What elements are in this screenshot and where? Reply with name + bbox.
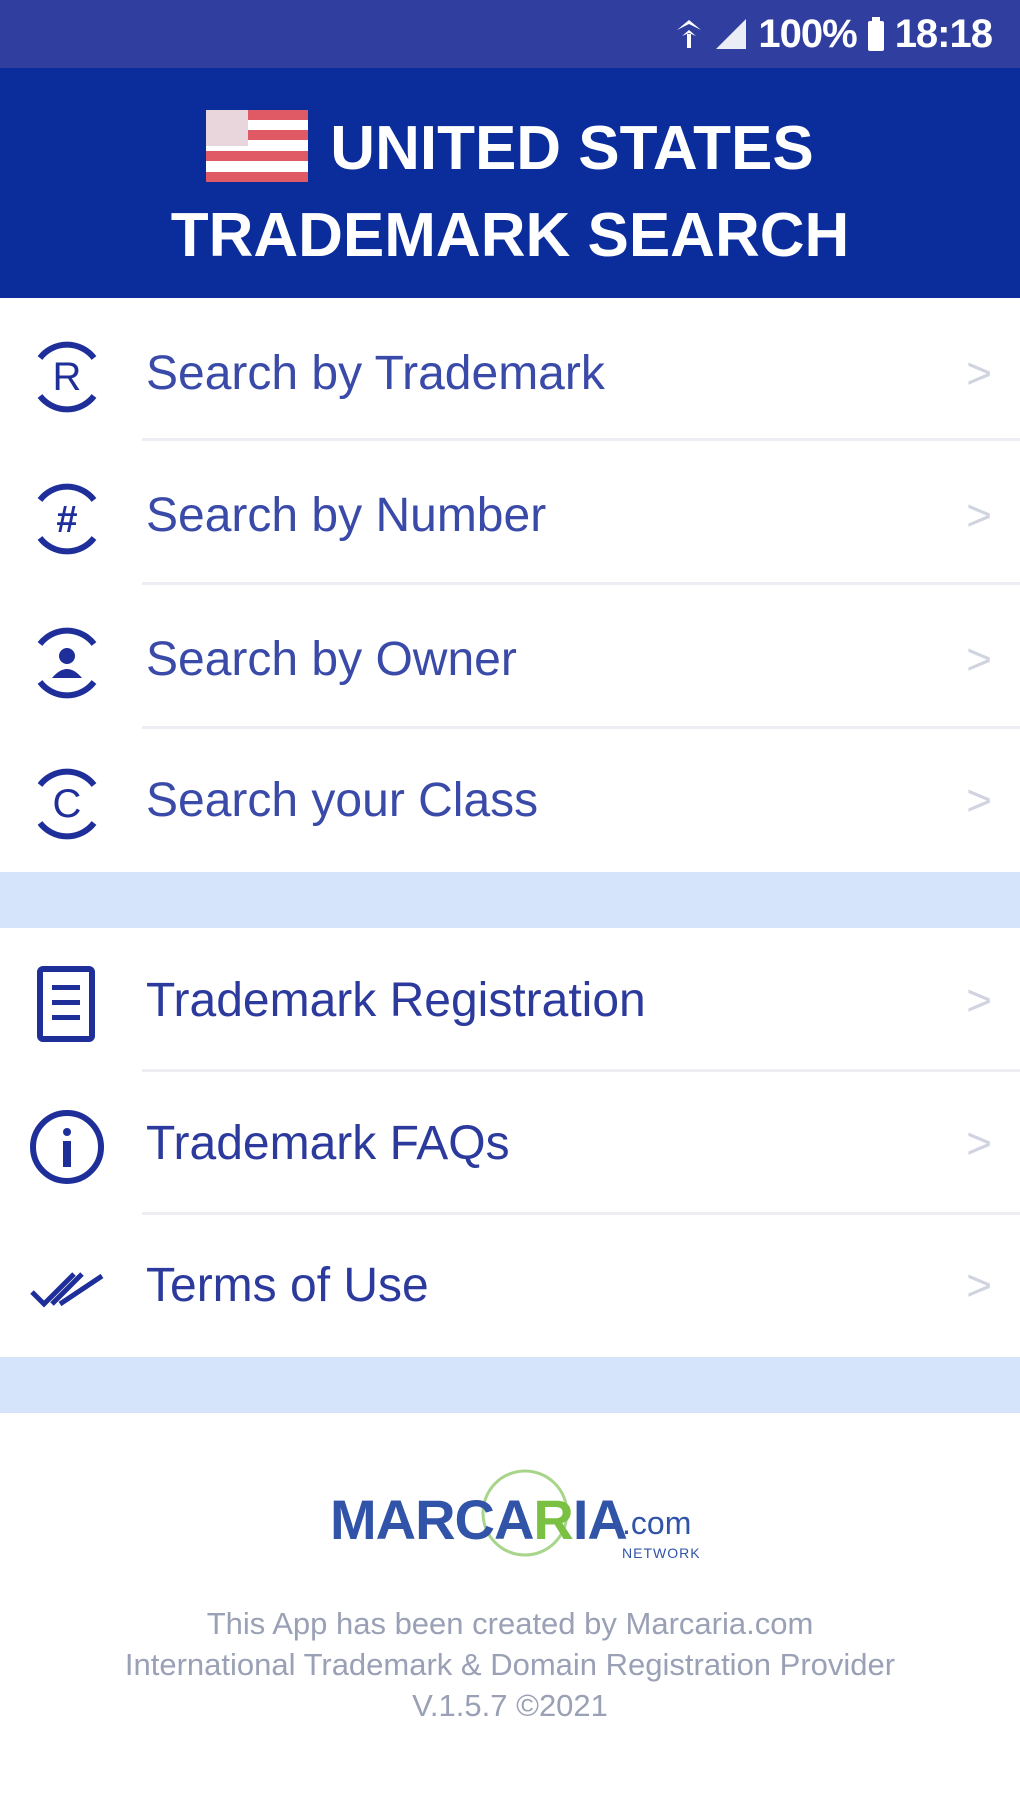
section-separator [0, 872, 1020, 928]
header-title-line1: UNITED STATES [330, 113, 814, 183]
divider [142, 582, 1020, 585]
menu-trademark-faqs[interactable]: Trademark FAQs > [0, 1073, 1020, 1215]
logo-text-left: MARCA [330, 1488, 534, 1551]
menu-label: Search by Owner [146, 633, 517, 686]
menu-label: Trademark Registration [146, 974, 646, 1027]
divider [142, 726, 1020, 729]
chevron-right-icon: > [966, 635, 992, 684]
svg-text:#: # [56, 499, 77, 541]
menu-terms-of-use[interactable]: Terms of Use > [0, 1215, 1020, 1357]
menu-label: Terms of Use [146, 1259, 429, 1312]
registered-icon: R [28, 338, 106, 416]
status-bar: 100% 18:18 [0, 0, 1020, 68]
logo-text-r: R [533, 1488, 573, 1551]
document-icon [28, 965, 106, 1043]
chevron-right-icon: > [966, 349, 992, 398]
divider [142, 1069, 1020, 1072]
menu-label: Search by Trademark [146, 347, 605, 400]
svg-text:C: C [53, 782, 82, 826]
footer-version: V.1.5.7 ©2021 [412, 1688, 608, 1723]
logo-suffix: .com [622, 1505, 692, 1541]
footer-credit-line2: International Trademark & Domain Registr… [124, 1647, 896, 1682]
menu-label: Trademark FAQs [146, 1117, 510, 1170]
marcaria-logo: MARCARIA .com NETWORK [330, 1465, 700, 1565]
us-flag-icon [206, 109, 309, 187]
header-title-line2: TRADEMARK SEARCH [170, 201, 850, 270]
menu-trademark-registration[interactable]: Trademark Registration > [0, 930, 1020, 1072]
menu-search-by-number[interactable]: # Search by Number > [0, 445, 1020, 587]
hash-icon: # [28, 480, 106, 558]
section-separator [0, 1357, 1020, 1413]
menu-label: Search by Number [146, 489, 547, 542]
chevron-right-icon: > [966, 1261, 992, 1310]
menu-label: Search your Class [146, 774, 539, 827]
copyright-icon: C [28, 765, 106, 843]
wifi-icon [674, 16, 704, 52]
chevron-right-icon: > [966, 491, 992, 540]
info-icon [28, 1108, 106, 1186]
chevron-right-icon: > [966, 976, 992, 1025]
battery-icon [867, 16, 885, 52]
footer-credit-line1: This App has been created by Marcaria.co… [206, 1606, 814, 1641]
battery-percent: 100% [758, 11, 857, 56]
app-header: UNITED STATES TRADEMARK SEARCH [0, 68, 1020, 298]
chevron-right-icon: > [966, 1119, 992, 1168]
chevron-right-icon: > [966, 776, 992, 825]
menu-search-by-trademark[interactable]: R Search by Trademark > [0, 303, 1020, 445]
logo-network: NETWORK [622, 1545, 701, 1561]
logo-text-right: IA [572, 1488, 628, 1551]
svg-text:R: R [53, 355, 82, 399]
owner-icon [28, 624, 106, 702]
menu-search-your-class[interactable]: C Search your Class > [0, 730, 1020, 872]
divider [142, 438, 1020, 441]
menu-search-by-owner[interactable]: Search by Owner > [0, 589, 1020, 731]
signal-icon [714, 17, 748, 51]
clock: 18:18 [894, 11, 993, 56]
double-check-icon [28, 1250, 106, 1328]
